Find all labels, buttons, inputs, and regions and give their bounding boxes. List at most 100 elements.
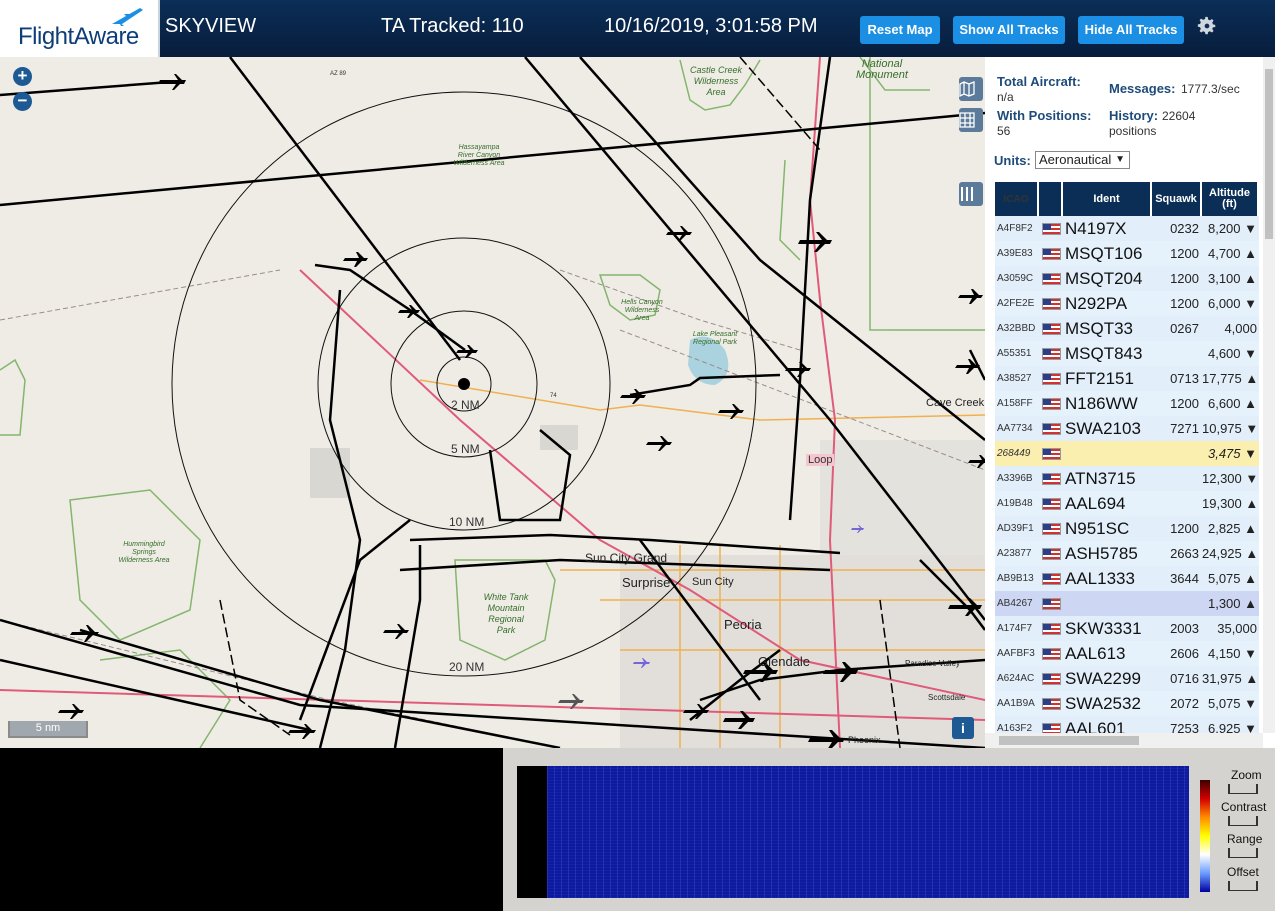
- aircraft-table: ICAO Ident Squawk Altitude (ft) A4F8F2 N4…: [995, 182, 1259, 741]
- flag-cell: [1039, 572, 1063, 585]
- table-row[interactable]: A2FE2E N292PA 1200 6,000 ▼: [995, 291, 1259, 316]
- table-row[interactable]: AAFBF3 AAL613 2606 4,150 ▼: [995, 641, 1259, 666]
- table-row[interactable]: 268449 3,475 ▼: [995, 441, 1259, 466]
- squawk-cell: 2072: [1170, 696, 1199, 711]
- table-row[interactable]: A32BBD MSQT33 0267 4,000: [995, 316, 1259, 341]
- info-button[interactable]: i: [952, 717, 974, 739]
- icao-cell: AAFBF3: [997, 648, 1035, 659]
- icao-cell: A23877: [997, 548, 1032, 559]
- datetime: 10/16/2019, 3:01:58 PM: [604, 15, 818, 37]
- table-row[interactable]: A39E83 MSQT106 1200 4,700 ▲: [995, 241, 1259, 266]
- altitude-cell: 3,100 ▲: [1207, 271, 1257, 286]
- table-row[interactable]: A3396B ATN3715 12,300 ▼: [995, 466, 1259, 491]
- column-header-squawk[interactable]: Squawk: [1152, 182, 1202, 216]
- ident-cell: ATN3715: [1065, 468, 1136, 488]
- table-row[interactable]: AA1B9A SWA2532 2072 5,075 ▼: [995, 691, 1259, 716]
- total-aircraft-label: Total Aircraft:: [997, 74, 1081, 89]
- sidebar-vertical-scrollbar[interactable]: [1263, 57, 1275, 733]
- hide-all-tracks-button[interactable]: Hide All Tracks: [1078, 16, 1184, 44]
- gear-icon[interactable]: [1196, 15, 1218, 37]
- map-view[interactable]: 2 NM 5 NM 10 NM 20 NM Sun City Grand Sur…: [0, 57, 985, 748]
- icao-cell: 268449: [997, 448, 1031, 459]
- column-header-ident[interactable]: Ident: [1063, 182, 1152, 216]
- zoom-out-button[interactable]: −: [13, 92, 32, 111]
- table-row[interactable]: AB4267 1,300 ▲: [995, 591, 1259, 616]
- altitude-cell: 10,975 ▼: [1202, 421, 1259, 436]
- ident-cell: SKW3331: [1065, 618, 1142, 638]
- squawk-cell: 7271: [1170, 421, 1199, 436]
- table-row[interactable]: AB9B13 AAL1333 3644 5,075 ▲: [995, 566, 1259, 591]
- scrollbar-thumb[interactable]: [1265, 69, 1273, 239]
- flag-cell: [1039, 422, 1063, 435]
- with-positions-value: 56: [997, 124, 1011, 138]
- table-row[interactable]: A55351 MSQT843 4,600 ▼: [995, 341, 1259, 366]
- flag-cell: [1039, 272, 1063, 285]
- column-header-icao[interactable]: ICAO: [995, 182, 1039, 216]
- ident-cell: N292PA: [1065, 293, 1128, 313]
- table-row[interactable]: A174F7 SKW3331 2003 35,000: [995, 616, 1259, 641]
- altitude-cell: 17,775 ▲: [1202, 371, 1259, 386]
- table-row[interactable]: AA7734 SWA2103 7271 10,975 ▼: [995, 416, 1259, 441]
- flag-cell: [1039, 597, 1063, 610]
- table-row[interactable]: A38527 FFT2151 0713 17,775 ▲: [995, 366, 1259, 391]
- park-label: National Monument: [856, 58, 908, 81]
- squawk-cell: 1200: [1170, 521, 1199, 536]
- reset-map-button[interactable]: Reset Map: [860, 16, 940, 44]
- table-row[interactable]: A4F8F2 N4197X 0232 8,200 ▼: [995, 216, 1259, 241]
- units-label: Units:: [994, 153, 1031, 168]
- flag-cell: [1039, 247, 1063, 260]
- offset-slider[interactable]: [1228, 881, 1258, 891]
- altitude-cell: 3,475 ▼: [1207, 446, 1257, 461]
- us-flag-icon: [1041, 497, 1061, 510]
- altitude-cell: 5,075 ▲: [1207, 571, 1257, 586]
- squawk-cell: 0267: [1170, 321, 1199, 336]
- flag-cell: [1039, 672, 1063, 685]
- us-flag-icon: [1041, 597, 1061, 610]
- offset-label: Offset: [1227, 865, 1259, 879]
- grid-toggle-button[interactable]: [959, 108, 983, 132]
- altitude-cell: 5,075 ▼: [1207, 696, 1257, 711]
- us-flag-icon: [1041, 522, 1061, 535]
- icao-cell: A19B48: [997, 498, 1033, 509]
- icao-cell: AD39F1: [997, 523, 1034, 534]
- flightaware-logo[interactable]: FlightAware: [0, 0, 160, 57]
- tracked-count: TA Tracked: 110: [381, 15, 524, 37]
- show-all-tracks-button[interactable]: Show All Tracks: [953, 16, 1065, 44]
- flag-cell: [1039, 447, 1063, 460]
- us-flag-icon: [1041, 447, 1061, 460]
- messages-label: Messages:: [1109, 81, 1176, 96]
- table-row[interactable]: A23877 ASH5785 2663 24,925 ▲: [995, 541, 1259, 566]
- squawk-cell: 1200: [1170, 396, 1199, 411]
- zoom-label: Zoom: [1231, 768, 1262, 782]
- table-row[interactable]: A158FF N186WW 1200 6,600 ▲: [995, 391, 1259, 416]
- units-select[interactable]: Aeronautical ▼: [1035, 151, 1130, 169]
- range-ring-label-5nm: 5 NM: [451, 442, 480, 456]
- flag-cell: [1039, 222, 1063, 235]
- spectrum-panel: Zoom Contrast Range Offset: [503, 748, 1275, 911]
- scrollbar-thumb[interactable]: [999, 736, 1139, 745]
- sidebar-horizontal-scrollbar[interactable]: [985, 733, 1263, 748]
- spectrum-waterfall: [517, 766, 1189, 898]
- zoom-slider[interactable]: [1228, 784, 1258, 794]
- city-label: Surprise: [622, 575, 671, 590]
- us-flag-icon: [1041, 472, 1061, 485]
- altitude-cell: 6,600 ▲: [1207, 396, 1257, 411]
- road-label: Loop: [806, 454, 835, 466]
- map-layers-button[interactable]: [959, 77, 983, 101]
- table-row[interactable]: A3059C MSQT204 1200 3,100 ▲: [995, 266, 1259, 291]
- column-toggle-button[interactable]: [959, 182, 983, 206]
- table-row[interactable]: AD39F1 N951SC 1200 2,825 ▲: [995, 516, 1259, 541]
- us-flag-icon: [1041, 422, 1061, 435]
- altitude-cell: 35,000: [1217, 621, 1257, 636]
- squawk-cell: 3644: [1170, 571, 1199, 586]
- altitude-cell: 4,600 ▼: [1207, 346, 1257, 361]
- contrast-slider[interactable]: [1228, 816, 1258, 826]
- altitude-cell: 4,700 ▲: [1207, 246, 1257, 261]
- column-header-flag[interactable]: [1039, 182, 1063, 216]
- city-label: Glendale: [758, 654, 811, 669]
- table-row[interactable]: A624AC SWA2299 0716 31,975 ▲: [995, 666, 1259, 691]
- range-slider[interactable]: [1228, 848, 1258, 858]
- zoom-in-button[interactable]: +: [13, 67, 32, 86]
- table-row[interactable]: A19B48 AAL694 19,300 ▲: [995, 491, 1259, 516]
- column-header-altitude[interactable]: Altitude (ft): [1202, 182, 1259, 216]
